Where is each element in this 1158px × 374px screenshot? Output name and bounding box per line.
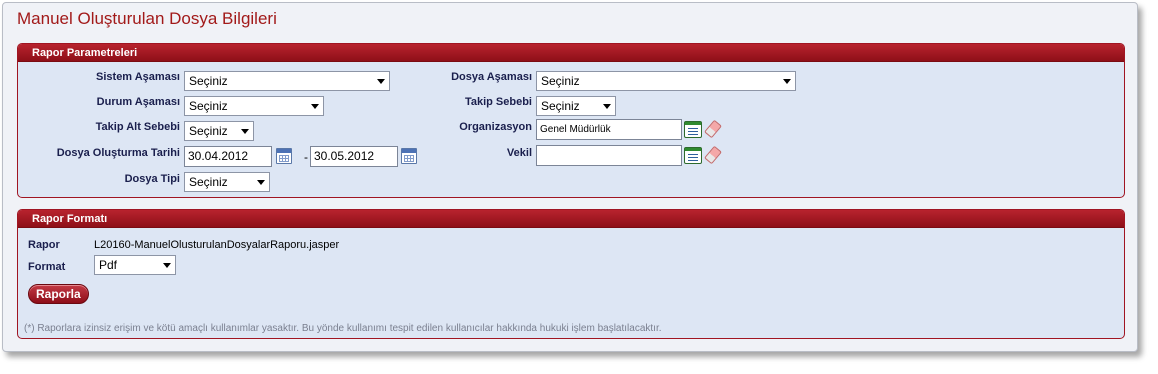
chevron-down-icon (257, 180, 265, 185)
durum-asamasi-label: Durum Aşaması (96, 96, 180, 108)
sistem-asamasi-label: Sistem Aşaması (96, 71, 180, 83)
eraser-icon[interactable] (704, 119, 722, 139)
chevron-down-icon (377, 79, 385, 84)
vekil-label: Vekil (506, 147, 532, 159)
dosya-asamasi-select[interactable]: Seçiniz (536, 71, 796, 91)
report-format-header: Rapor Formatı (18, 210, 1124, 228)
chevron-down-icon (311, 104, 319, 109)
sistem-asamasi-select[interactable]: Seçiniz (184, 71, 390, 91)
page-title: Manuel Oluşturulan Dosya Bilgileri (17, 9, 277, 28)
format-label: Format (28, 261, 66, 273)
takip-sebebi-select[interactable]: Seçiniz (536, 96, 616, 116)
report-window: Manuel Oluşturulan Dosya Bilgileri Rapor… (2, 2, 1138, 352)
durum-asamasi-select[interactable]: Seçiniz (184, 96, 324, 116)
takip-sebebi-label: Takip Sebebi (464, 96, 532, 108)
report-parameters-header: Rapor Parametreleri (18, 44, 1124, 62)
report-parameters-panel: Rapor Parametreleri Sistem Aşaması Seçin… (17, 43, 1125, 198)
dosya-tipi-value: Seçiniz (189, 175, 228, 189)
format-select[interactable]: Pdf (94, 255, 176, 275)
durum-asamasi-value: Seçiniz (189, 99, 228, 113)
chevron-down-icon (603, 104, 611, 109)
raporla-button[interactable]: Raporla (28, 284, 89, 304)
sistem-asamasi-value: Seçiniz (189, 74, 228, 88)
report-format-panel: Rapor Formatı Rapor L20160-ManuelOlustur… (17, 209, 1125, 339)
takip-sebebi-value: Seçiniz (541, 99, 580, 113)
dosya-tipi-label: Dosya Tipi (124, 173, 180, 185)
calendar-icon[interactable] (276, 148, 292, 164)
rapor-label: Rapor (28, 239, 60, 251)
list-picker-icon[interactable] (684, 147, 702, 164)
chevron-down-icon (783, 79, 791, 84)
dosya-tipi-select[interactable]: Seçiniz (184, 172, 270, 192)
takip-alt-sebebi-label: Takip Alt Sebebi (95, 121, 180, 133)
list-picker-icon[interactable] (684, 121, 702, 138)
dosya-asamasi-label: Dosya Aşaması (451, 71, 532, 83)
legal-warning-note: (*) Raporlara izinsiz erişim ve kötü ama… (24, 323, 662, 334)
organizasyon-label: Organizasyon (459, 121, 532, 133)
end-date-input[interactable]: 30.05.2012 (310, 146, 398, 167)
dosya-asamasi-value: Seçiniz (541, 74, 580, 88)
vekil-input[interactable] (536, 145, 682, 166)
date-range-separator: - (304, 150, 308, 164)
format-value: Pdf (99, 258, 118, 272)
takip-alt-sebebi-value: Seçiniz (189, 124, 228, 138)
eraser-icon[interactable] (704, 145, 722, 165)
dosya-olusturma-tarihi-label: Dosya Oluşturma Tarihi (56, 147, 180, 159)
takip-alt-sebebi-select[interactable]: Seçiniz (184, 121, 254, 141)
chevron-down-icon (163, 263, 171, 268)
organizasyon-input[interactable]: Genel Müdürlük (536, 119, 682, 140)
start-date-input[interactable]: 30.04.2012 (184, 146, 272, 167)
rapor-file-name: L20160-ManuelOlusturulanDosyalarRaporu.j… (94, 239, 340, 251)
chevron-down-icon (241, 129, 249, 134)
